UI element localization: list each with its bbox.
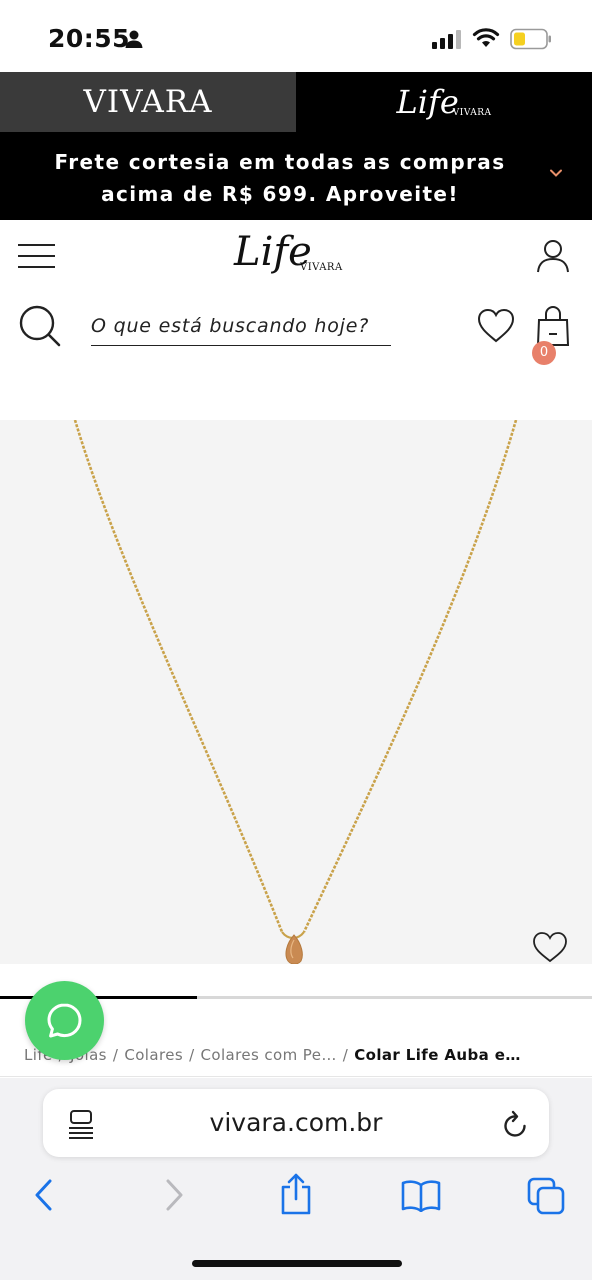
product-image[interactable]: [0, 420, 592, 964]
breadcrumb-separator: /: [112, 1046, 119, 1064]
page-menu-icon[interactable]: [68, 1109, 94, 1139]
necklace-image: [73, 420, 518, 964]
chevron-down-icon[interactable]: [549, 168, 563, 178]
home-indicator: [192, 1260, 402, 1267]
promo-text: Frete cortesia em todas as compras acima…: [40, 146, 520, 210]
hamburger-menu-icon[interactable]: [18, 244, 56, 268]
whatsapp-button[interactable]: [25, 981, 104, 1060]
brand-tab-vivara[interactable]: VIVARA: [0, 72, 296, 132]
promo-line-1: Frete cortesia em todas as compras: [54, 150, 506, 174]
promo-line-2: acima de R$ 699. Aproveite!: [101, 182, 459, 206]
heart-icon[interactable]: [476, 306, 516, 346]
breadcrumb-current: Colar Life Auba e…: [354, 1046, 521, 1064]
site-logo[interactable]: Life VIVARA: [230, 226, 350, 282]
life-logo-script: Life: [396, 83, 459, 121]
share-icon[interactable]: [278, 1172, 314, 1216]
person-icon: [125, 30, 143, 48]
divider: [0, 1076, 592, 1077]
signal-icon: [432, 30, 461, 49]
life-logo-sub: VIVARA: [452, 108, 492, 118]
vivara-logo: VIVARA: [83, 84, 213, 120]
url-text: vivara.com.br: [209, 1108, 383, 1137]
back-icon[interactable]: [30, 1178, 58, 1212]
tabs-icon[interactable]: [526, 1176, 566, 1216]
breadcrumb-item-colares-com-pe[interactable]: Colares com Pe…: [201, 1046, 337, 1064]
address-bar[interactable]: vivara.com.br: [43, 1089, 549, 1157]
status-bar: 20:55: [0, 0, 592, 72]
wifi-icon: [472, 28, 500, 47]
site-logo-sub: VIVARA: [300, 262, 343, 273]
brand-tab-life[interactable]: Life VIVARA: [296, 72, 592, 132]
battery-icon: [510, 28, 551, 50]
breadcrumb-separator: /: [189, 1046, 195, 1064]
breadcrumb: Life/Joias/Colares/Colares com Pe…/Colar…: [24, 1046, 584, 1068]
search-input[interactable]: [91, 306, 391, 346]
reload-icon[interactable]: [502, 1109, 530, 1139]
favorite-heart-icon[interactable]: [532, 930, 568, 964]
search-icon[interactable]: [18, 304, 62, 348]
breadcrumb-separator: /: [342, 1046, 349, 1064]
whatsapp-icon: [47, 1003, 82, 1038]
bookmarks-icon[interactable]: [400, 1178, 442, 1212]
carousel-progress-fill: [0, 996, 198, 999]
promo-banner[interactable]: Frete cortesia em todas as compras acima…: [0, 132, 592, 220]
brand-switcher: VIVARA Life VIVARA: [0, 72, 592, 132]
user-icon[interactable]: [535, 238, 571, 274]
forward-icon[interactable]: [160, 1178, 188, 1212]
bag-count-badge: 0: [532, 341, 556, 365]
breadcrumb-item-colares[interactable]: Colares: [124, 1046, 183, 1064]
status-time: 20:55: [48, 24, 131, 53]
